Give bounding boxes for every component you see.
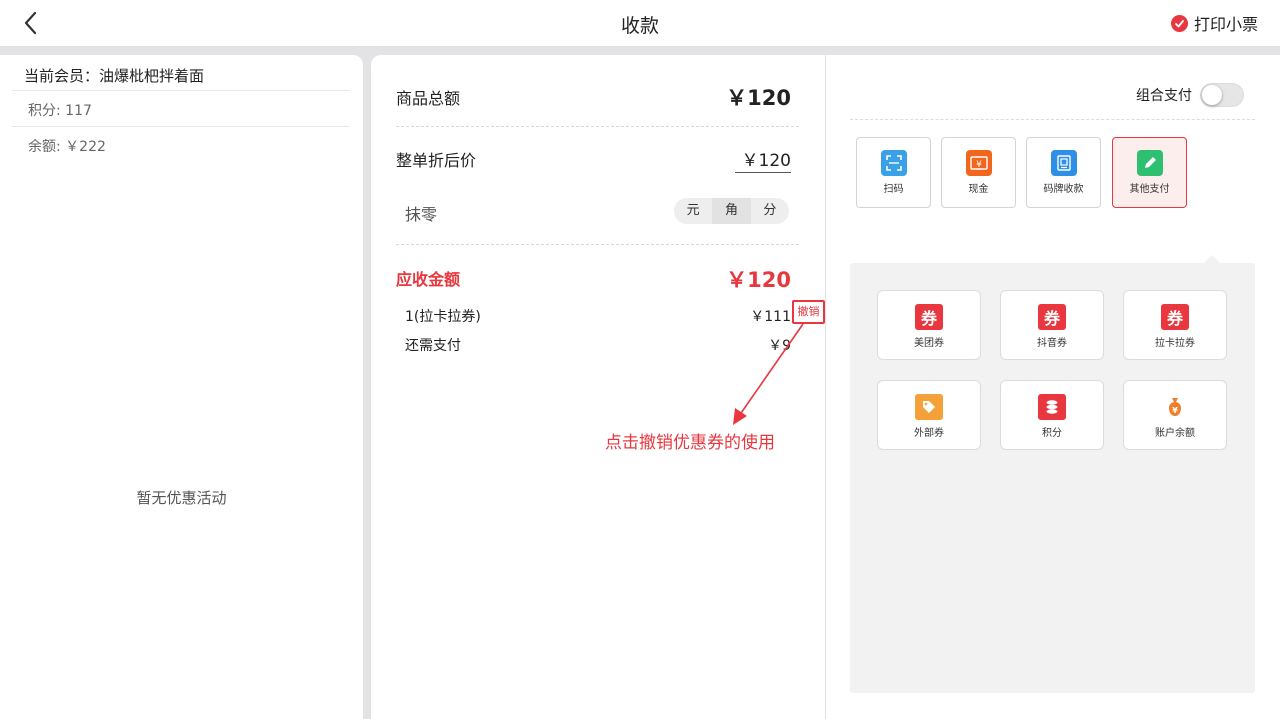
pay-method-label: 码牌收款	[1043, 184, 1084, 195]
pay-method-qr-plate[interactable]: 码牌收款	[1026, 137, 1101, 208]
coupon-icon: 券	[1038, 304, 1066, 330]
cash-icon: ¥	[965, 150, 992, 176]
divider	[12, 90, 350, 91]
round-option-fen[interactable]: 分	[751, 198, 789, 224]
coin-stack-icon	[1038, 394, 1066, 420]
sub-method-label: 积分	[1042, 428, 1062, 439]
money-bag-icon: ¥	[1161, 394, 1189, 420]
round-option-jiao[interactable]: 角	[712, 198, 751, 224]
sub-method-label: 拉卡拉券	[1155, 338, 1195, 349]
scan-icon	[880, 150, 907, 176]
receivable-value: ￥120	[726, 268, 791, 292]
divider	[850, 119, 1255, 120]
print-receipt-label: 打印小票	[1193, 15, 1258, 34]
member-label: 当前会员：	[24, 67, 100, 85]
remaining-label: 还需支付	[405, 338, 461, 354]
other-payment-subpanel: 券 美团券 券 抖音券 券 拉卡拉券 外部券 积分 ¥ 账户余额	[850, 263, 1255, 693]
member-balance: 余额: ￥222	[28, 139, 106, 155]
combo-pay-label: 组合支付	[1136, 88, 1192, 104]
round-off-selector: 元 角 分	[674, 198, 789, 224]
toggle-knob	[1202, 85, 1222, 105]
sub-method-external-coupon[interactable]: 外部券	[877, 380, 981, 450]
divider	[396, 244, 799, 245]
check-circle-icon	[1170, 14, 1188, 32]
page-title: 收款	[620, 15, 659, 37]
sub-method-points[interactable]: 积分	[1000, 380, 1104, 450]
tag-icon	[915, 394, 943, 420]
coupon-line-label: 1(拉卡拉券)	[405, 309, 481, 325]
sub-method-douyin-coupon[interactable]: 券 抖音券	[1000, 290, 1104, 360]
sub-method-label: 账户余额	[1155, 428, 1195, 439]
sub-method-account-balance[interactable]: ¥ 账户余额	[1123, 380, 1227, 450]
qr-plate-icon	[1050, 150, 1077, 176]
annotation-arrow	[733, 323, 804, 425]
combo-pay-row: 组合支付	[1136, 83, 1244, 107]
discount-price-input[interactable]: ￥120	[735, 146, 791, 173]
sub-method-lakala-coupon[interactable]: 券 拉卡拉券	[1123, 290, 1227, 360]
amount-panel: 商品总额 ￥120 整单折后价 ￥120 抹零 元 角 分 应收金额 ￥120 …	[371, 55, 825, 719]
no-promotion-text: 暂无优惠活动	[136, 489, 227, 507]
svg-text:¥: ¥	[976, 160, 982, 170]
payment-panel: 组合支付 扫码 ¥ 现金 码牌收款 其他支付 券 美团券 券 抖音券 券 拉卡拉…	[826, 55, 1280, 719]
svg-text:¥: ¥	[1172, 406, 1178, 415]
print-receipt-toggle[interactable]: 打印小票	[1170, 12, 1258, 34]
goods-total-label: 商品总额	[396, 89, 461, 108]
sub-method-label: 美团券	[914, 338, 944, 349]
goods-total-value: ￥120	[726, 86, 791, 110]
round-option-yuan[interactable]: 元	[674, 198, 712, 224]
top-bar: 收款 打印小票	[0, 0, 1280, 47]
member-points: 积分: 117	[28, 103, 92, 119]
member-info: 当前会员：油爆枇杷拌着面	[24, 65, 204, 86]
coupon-icon: 券	[915, 304, 943, 330]
pay-method-label: 扫码	[883, 184, 904, 195]
annotation-text: 点击撤销优惠券的使用	[605, 433, 775, 453]
coupon-icon: 券	[1161, 304, 1189, 330]
edit-icon	[1136, 150, 1163, 176]
combo-pay-toggle[interactable]	[1200, 83, 1244, 107]
divider	[396, 126, 799, 127]
member-panel: 当前会员：油爆枇杷拌着面 积分: 117 余额: ￥222 暂无优惠活动	[0, 55, 363, 719]
pay-method-label: 现金	[968, 184, 989, 195]
member-name: 油爆枇杷拌着面	[99, 67, 205, 85]
pay-method-scan[interactable]: 扫码	[856, 137, 931, 208]
pay-method-label: 其他支付	[1129, 184, 1170, 195]
sub-method-label: 抖音券	[1037, 338, 1067, 349]
pay-method-other[interactable]: 其他支付	[1112, 137, 1187, 208]
receivable-label: 应收金额	[396, 270, 461, 289]
discount-price-label: 整单折后价	[396, 151, 477, 170]
sub-method-label: 外部券	[914, 428, 944, 439]
pay-method-cash[interactable]: ¥ 现金	[941, 137, 1016, 208]
sub-method-meituan-coupon[interactable]: 券 美团券	[877, 290, 981, 360]
divider	[12, 126, 350, 127]
round-off-label: 抹零	[405, 205, 438, 224]
